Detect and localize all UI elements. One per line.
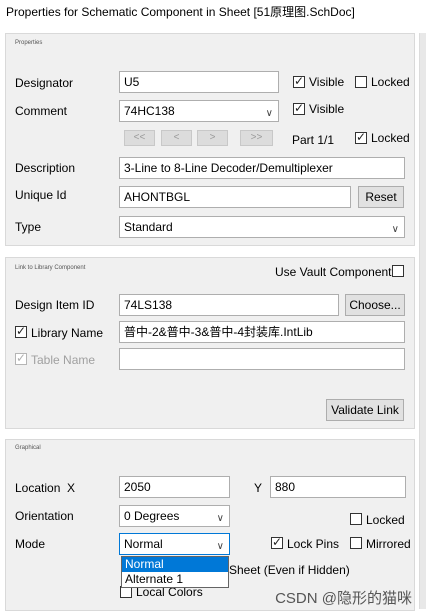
design-item-id-label: Design Item ID — [15, 298, 95, 312]
location-label: Location — [15, 481, 61, 495]
mirrored-label: Mirrored — [366, 537, 411, 551]
previous-part-button[interactable]: < — [161, 130, 192, 146]
comment-visible-checkbox[interactable] — [293, 101, 305, 115]
reset-button[interactable]: Reset — [358, 186, 404, 208]
validate-link-button[interactable]: Validate Link — [326, 399, 404, 421]
show-all-pins-label: Sheet (Even if Hidden) — [229, 563, 350, 577]
chevron-down-icon: ∨ — [216, 541, 224, 552]
location-x-input[interactable]: 2050 — [119, 476, 230, 498]
designator-visible-checkbox[interactable] — [293, 74, 305, 88]
type-select[interactable]: Standard ∨ — [119, 216, 405, 238]
orientation-select[interactable]: 0 Degrees ∨ — [119, 505, 230, 527]
designator-locked-label: Locked — [371, 75, 410, 89]
comment-combobox[interactable]: 74HC138 ∨ — [119, 100, 279, 122]
properties-dialog: { "window": { "title": "Properties for S… — [0, 0, 426, 614]
mirrored-checkbox[interactable] — [350, 537, 362, 549]
description-input[interactable]: 3-Line to 8-Line Decoder/Demultiplexer — [119, 157, 405, 179]
designator-input[interactable]: U5 — [119, 71, 279, 93]
choose-button[interactable]: Choose... — [345, 294, 405, 316]
designator-visible-label: Visible — [309, 75, 345, 89]
next-part-button[interactable]: > — [197, 130, 228, 146]
last-part-button[interactable]: >> — [240, 130, 273, 146]
library-name-input[interactable]: 普中-2&普中-3&普中-4封装库.IntLib — [119, 321, 405, 343]
type-value: Standard — [124, 220, 173, 234]
chevron-down-icon: ∨ — [216, 513, 224, 524]
use-vault-label: Use Vault Component — [275, 265, 392, 279]
table-name-label: Table Name — [31, 353, 96, 367]
orientation-label: Orientation — [15, 509, 74, 523]
designator-label: Designator — [15, 76, 74, 90]
mode-label: Mode — [15, 537, 46, 551]
chevron-down-icon: ∨ — [391, 224, 399, 235]
dialog-title: Properties for Schematic Component in Sh… — [6, 5, 355, 19]
location-y-input[interactable]: 880 — [270, 476, 406, 498]
properties-section-label: Properties — [15, 40, 43, 46]
mode-select[interactable]: Normal ∨ — [119, 533, 230, 555]
unique-id-label: Unique Id — [15, 188, 67, 202]
comment-visible-label: Visible — [309, 102, 345, 116]
table-name-checkbox — [15, 351, 27, 365]
library-section-label: Link to Library Component — [15, 265, 86, 271]
part-locked-checkbox[interactable] — [355, 130, 367, 144]
location-x-label: X — [67, 481, 76, 495]
comment-value: 74HC138 — [124, 104, 175, 118]
table-name-input[interactable] — [119, 348, 405, 370]
lock-pins-checkbox[interactable] — [271, 535, 283, 549]
mode-option-alternate-1[interactable]: Alternate 1 — [122, 572, 228, 587]
chevron-down-icon: ∨ — [265, 108, 273, 119]
library-name-label: Library Name — [31, 326, 104, 340]
comment-label: Comment — [15, 104, 68, 118]
mode-value: Normal — [124, 537, 163, 551]
designator-locked-checkbox[interactable] — [355, 76, 367, 88]
mode-option-normal[interactable]: Normal — [122, 557, 228, 572]
mode-dropdown-list: Normal Alternate 1 — [121, 556, 229, 588]
part-locked-label: Locked — [371, 131, 410, 145]
orientation-locked-checkbox[interactable] — [350, 513, 362, 525]
orientation-value: 0 Degrees — [124, 509, 180, 523]
library-name-checkbox[interactable] — [15, 324, 27, 338]
part-label: Part 1/1 — [292, 133, 335, 147]
lock-pins-label: Lock Pins — [287, 537, 340, 551]
vertical-scrollbar[interactable] — [419, 33, 426, 609]
type-label: Type — [15, 220, 42, 234]
description-label: Description — [15, 161, 76, 175]
orientation-locked-label: Locked — [366, 513, 405, 527]
graphical-section-label: Graphical — [15, 445, 41, 451]
location-y-label: Y — [254, 481, 263, 495]
watermark: CSDN @隐形的猫咪 — [275, 590, 412, 607]
design-item-id-input[interactable]: 74LS138 — [119, 294, 339, 316]
first-part-button[interactable]: << — [124, 130, 155, 146]
unique-id-input[interactable]: AHONTBGL — [119, 186, 351, 208]
use-vault-checkbox[interactable] — [392, 265, 404, 277]
